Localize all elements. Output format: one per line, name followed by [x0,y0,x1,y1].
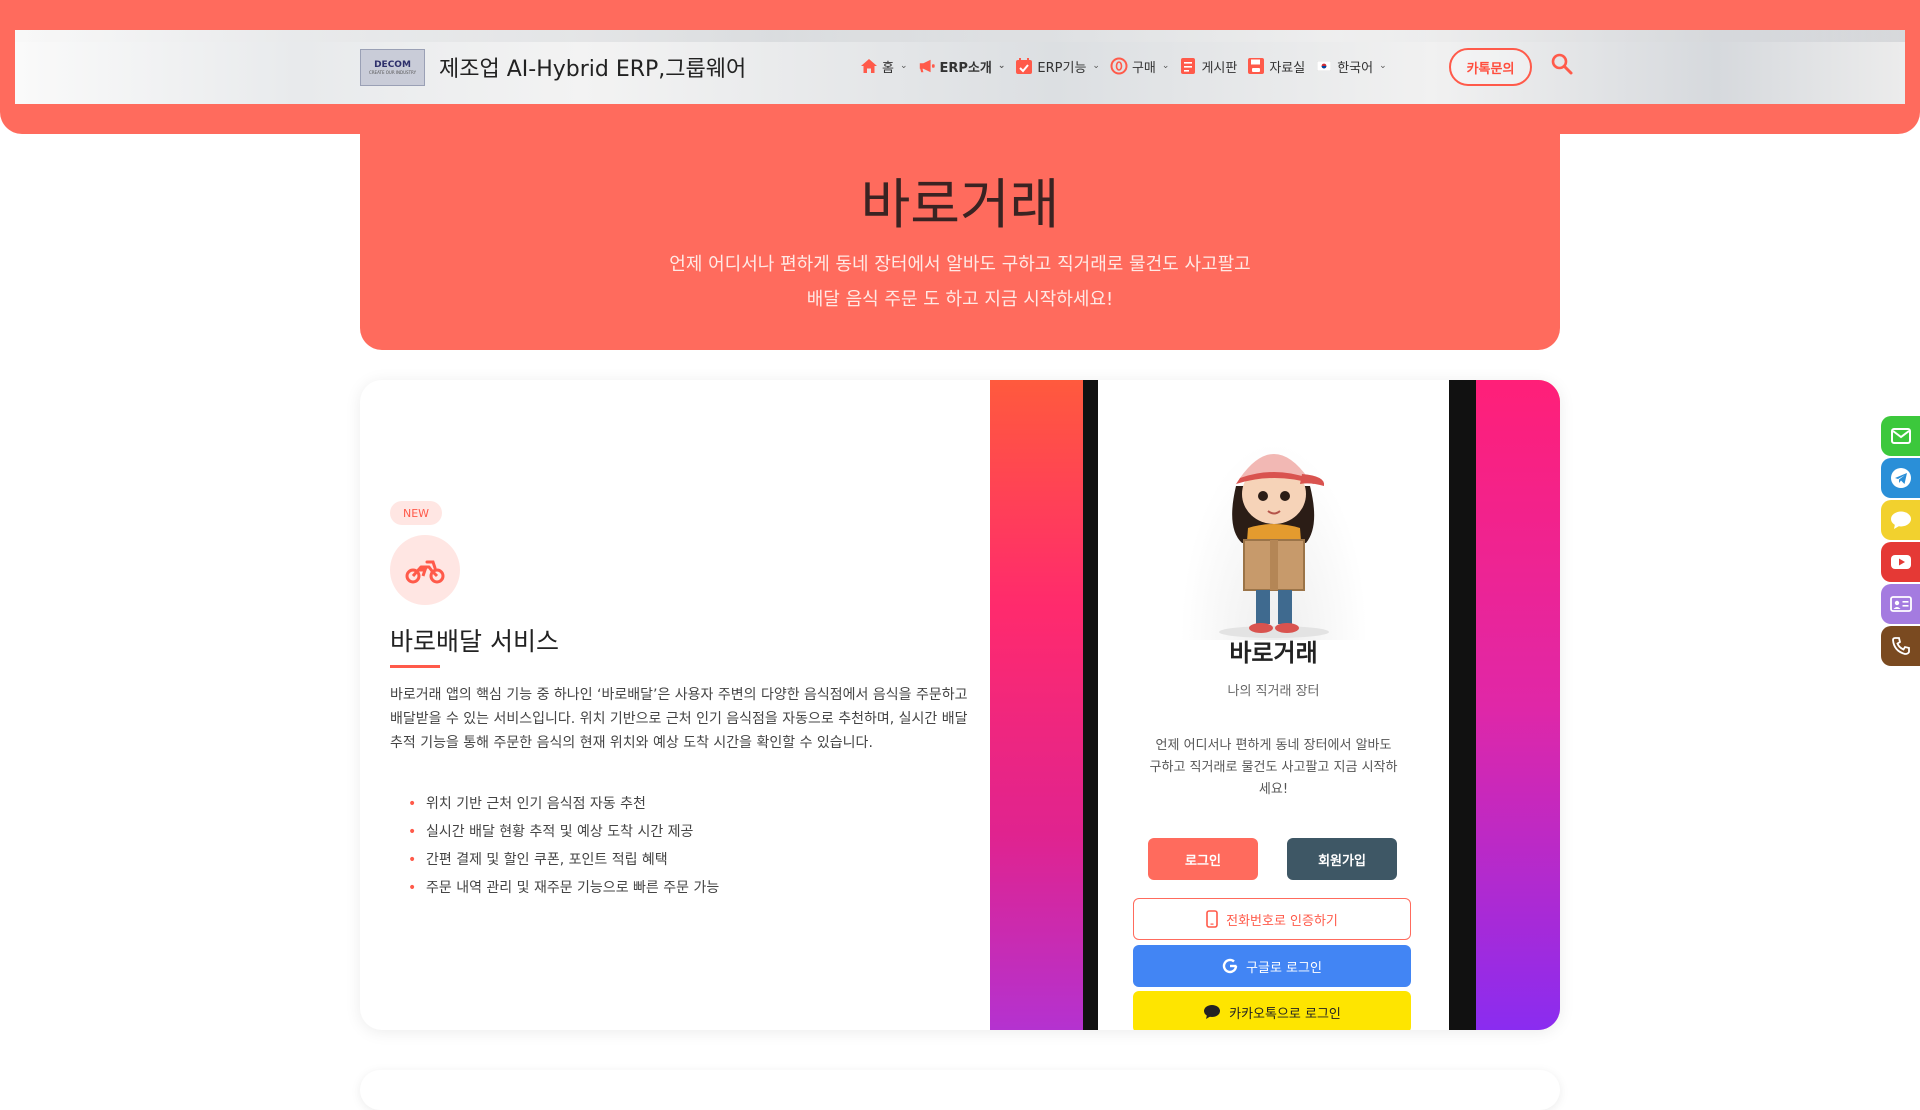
language-selector[interactable]: 한국어 ⌄ [1315,57,1387,76]
google-login-button[interactable]: 구글로 로그인 [1133,945,1411,987]
main-menu: 홈 ⌄ ERP소개 ⌄ ERP기능 ⌄ 구매 ⌄ 게시판 자료실 한국어 ⌄ [860,52,1397,80]
app-name: 바로거래 [1229,639,1318,667]
google-icon [1222,958,1238,974]
new-badge: NEW [390,501,442,525]
nav-label: 홈 [882,60,894,76]
chevron-down-icon: ⌄ [899,61,908,71]
calendar-check-icon [1015,57,1033,75]
kakao-login-button[interactable]: 카카오톡으로 로그인 [1133,991,1411,1030]
app-subtitle: 나의 직거래 장터 [1227,684,1320,699]
kakao-inquiry-button[interactable]: 카톡문의 [1449,48,1532,86]
feature-card: NEW 바로배달 서비스 바로거래 앱의 핵심 기능 중 하나인 ‘바로배달’은… [360,380,1560,1030]
logo-text: DECOM [374,60,411,70]
nav-label: 게시판 [1201,60,1238,76]
chevron-down-icon: ⌄ [1092,61,1100,71]
search-icon[interactable] [1550,52,1576,78]
delivery-character-illustration [1164,408,1384,640]
feature-title: 바로배달 서비스 [390,627,559,656]
hero-subtitle-line1: 언제 어디서나 편하게 동네 장터에서 알바도 구하고 직거래로 물건도 사고팔… [669,254,1251,275]
telegram-icon[interactable] [1881,458,1920,498]
list-item: 주문 내역 관리 및 재주문 기능으로 빠른 주문 가능 [408,874,719,902]
nav-label: ERP소개 [939,60,992,76]
speech-bubble-icon [1203,1004,1221,1020]
chevron-down-icon: ⌄ [1379,61,1387,71]
nav-item-erp-features[interactable]: ERP기능 ⌄ [1015,57,1100,76]
nav-item-home[interactable]: 홈 ⌄ [860,57,908,76]
kakao-login-label: 카카오톡으로 로그인 [1229,1006,1341,1022]
chevron-down-icon: ⌄ [1161,61,1170,71]
chevron-down-icon: ⌄ [997,61,1006,71]
page-title: 바로거래 [860,173,1060,236]
chat-icon[interactable] [1881,500,1920,540]
site-title[interactable]: 제조업 AI-Hybrid ERP,그룹웨어 [439,51,746,83]
contact-card-icon[interactable] [1881,584,1920,624]
logo-subtext: CREATE OUR INDUSTRY [368,70,417,75]
login-button[interactable]: 로그인 [1148,838,1258,880]
navigation-bar: DECOM CREATE OUR INDUSTRY 제조업 AI-Hybrid … [15,30,1905,104]
megaphone-icon [918,57,936,75]
phone-frame: 바로거래 나의 직거래 장터 언제 어디서나 편하게 동네 장터에서 알바도 구… [1083,380,1476,1030]
nav-item-erp-intro[interactable]: ERP소개 ⌄ [918,57,1006,76]
phone-screen: 바로거래 나의 직거래 장터 언제 어디서나 편하게 동네 장터에서 알바도 구… [1098,380,1449,1030]
nav-label: 한국어 [1337,60,1374,76]
site-logo[interactable]: DECOM CREATE OUR INDUSTRY [360,49,425,86]
nav-label: 구매 [1131,60,1156,76]
nav-label: 자료실 [1269,60,1306,76]
home-icon [860,57,878,75]
coin-icon [1110,57,1128,75]
nav-item-archive[interactable]: 자료실 [1247,57,1305,76]
signup-button[interactable]: 회원가입 [1287,838,1397,880]
youtube-icon[interactable] [1881,542,1920,582]
list-item: 실시간 배달 현황 추적 및 예상 도착 시간 제공 [408,818,719,846]
google-login-label: 구글로 로그인 [1246,960,1322,976]
title-underline [390,665,440,668]
list-item: 위치 기반 근처 인기 음식점 자동 추천 [408,790,719,818]
korea-flag-icon [1315,57,1333,75]
next-feature-card [360,1070,1560,1110]
phone-icon[interactable] [1881,626,1920,666]
save-icon [1247,57,1265,75]
nav-item-board[interactable]: 게시판 [1179,57,1237,76]
smartphone-icon [1206,910,1218,928]
motorcycle-icon [390,535,460,605]
nav-item-purchase[interactable]: 구매 ⌄ [1110,57,1169,76]
phone-mockup-panel: 바로거래 나의 직거래 장터 언제 어디서나 편하게 동네 장터에서 알바도 구… [990,380,1560,1030]
mail-icon[interactable] [1881,416,1920,456]
phone-auth-button[interactable]: 전화번호로 인증하기 [1133,898,1411,940]
phone-auth-label: 전화번호로 인증하기 [1226,913,1338,929]
list-item: 간편 결제 및 할인 쿠폰, 포인트 적립 혜택 [408,846,719,874]
board-icon [1179,57,1197,75]
hero-subtitle-line2: 배달 음식 주문 도 하고 지금 시작하세요! [806,289,1114,310]
nav-label: ERP기능 [1037,60,1087,76]
feature-bullet-list: 위치 기반 근처 인기 음식점 자동 추천 실시간 배달 현황 추적 및 예상 … [408,790,719,902]
app-description: 언제 어디서나 편하게 동네 장터에서 알바도 구하고 직거래로 물건도 사고팔… [1149,738,1398,797]
feature-description: 바로거래 앱의 핵심 기능 중 하나인 ‘바로배달’은 사용자 주변의 다양한 … [390,687,968,751]
hero-banner: 바로거래 언제 어디서나 편하게 동네 장터에서 알바도 구하고 직거래로 물건… [360,120,1560,350]
